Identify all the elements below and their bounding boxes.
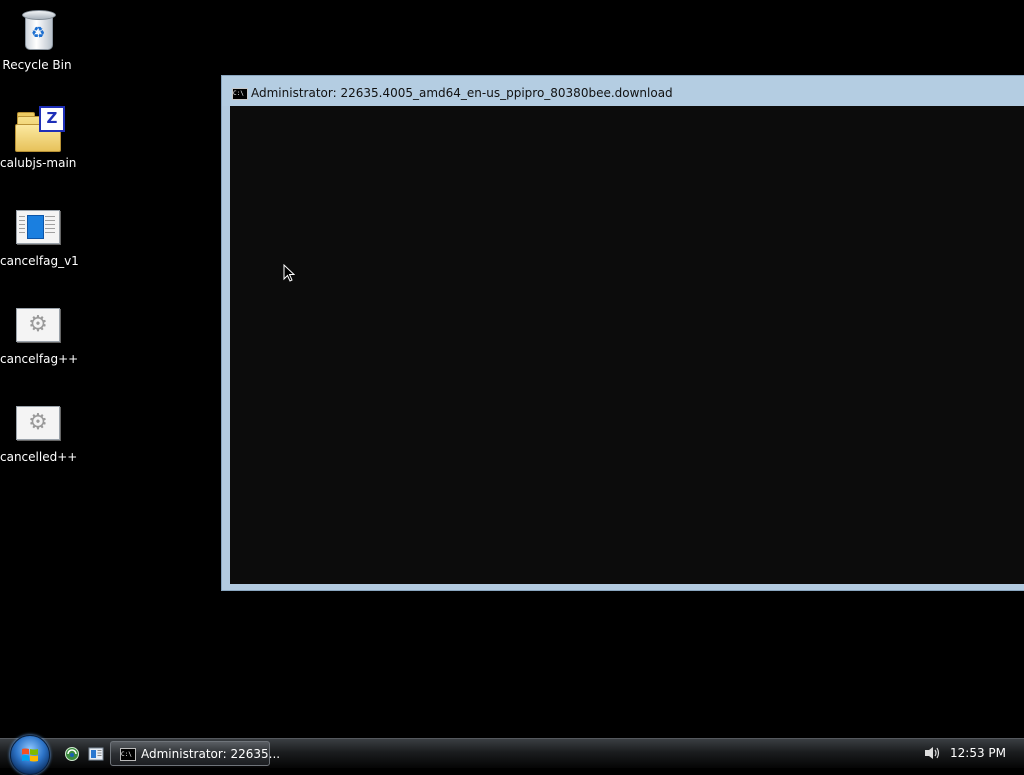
windows-logo-icon [22, 748, 38, 762]
desktop-icon-recycle-bin[interactable]: ♻ Recycle Bin [0, 6, 74, 72]
desktop-icon-calubjs-main[interactable]: Z calubjs-main [0, 104, 77, 170]
notification-area: 12:53 PM [914, 739, 1024, 767]
start-button[interactable] [10, 735, 50, 775]
desktop: ♻ Recycle Bin Z calubjs-main cancelfag_v… [0, 0, 1024, 738]
console-titlebar[interactable]: C:\ Administrator: 22635.4005_amd64_en-u… [222, 76, 1024, 106]
console-icon: C:\ [232, 88, 248, 100]
desktop-icon-cancelfag-v1[interactable]: cancelfag_v1 [0, 202, 79, 268]
zip-folder-icon: Z [13, 104, 65, 152]
desktop-icon-label: cancelled++ [0, 450, 78, 464]
application-window-icon [13, 202, 61, 250]
taskbar: C:\ Administrator: 22635... 12:53 PM [0, 735, 1024, 775]
recycle-bin-icon: ♻ [13, 6, 61, 54]
desktop-icon-label: cancelfag_v1 [0, 254, 79, 268]
console-icon: C:\ [120, 748, 136, 761]
volume-icon[interactable] [924, 746, 940, 760]
desktop-icon-label: calubjs-main [0, 156, 77, 170]
desktop-icon-label: Recycle Bin [2, 58, 72, 72]
desktop-icon-label: cancelfag++ [0, 352, 79, 366]
desktop-icon-cancelfag-plusplus[interactable]: ⚙ cancelfag++ [0, 300, 79, 366]
gears-application-icon: ⚙ [13, 398, 61, 446]
taskbar-button-console[interactable]: C:\ Administrator: 22635... [110, 741, 280, 766]
system-clock[interactable]: 12:53 PM [950, 746, 1006, 760]
mouse-pointer-icon [283, 264, 295, 282]
show-desktop-icon[interactable] [64, 746, 80, 762]
taskbar-button-label: Administrator: 22635... [141, 747, 281, 761]
console-title: Administrator: 22635.4005_amd64_en-us_pp… [251, 86, 673, 100]
console-output-area[interactable] [230, 106, 1024, 584]
desktop-icon-cancelled-plusplus[interactable]: ⚙ cancelled++ [0, 398, 78, 464]
console-window[interactable]: C:\ Administrator: 22635.4005_amd64_en-u… [221, 75, 1024, 591]
gears-application-icon: ⚙ [13, 300, 61, 348]
switch-windows-icon[interactable] [88, 746, 104, 762]
